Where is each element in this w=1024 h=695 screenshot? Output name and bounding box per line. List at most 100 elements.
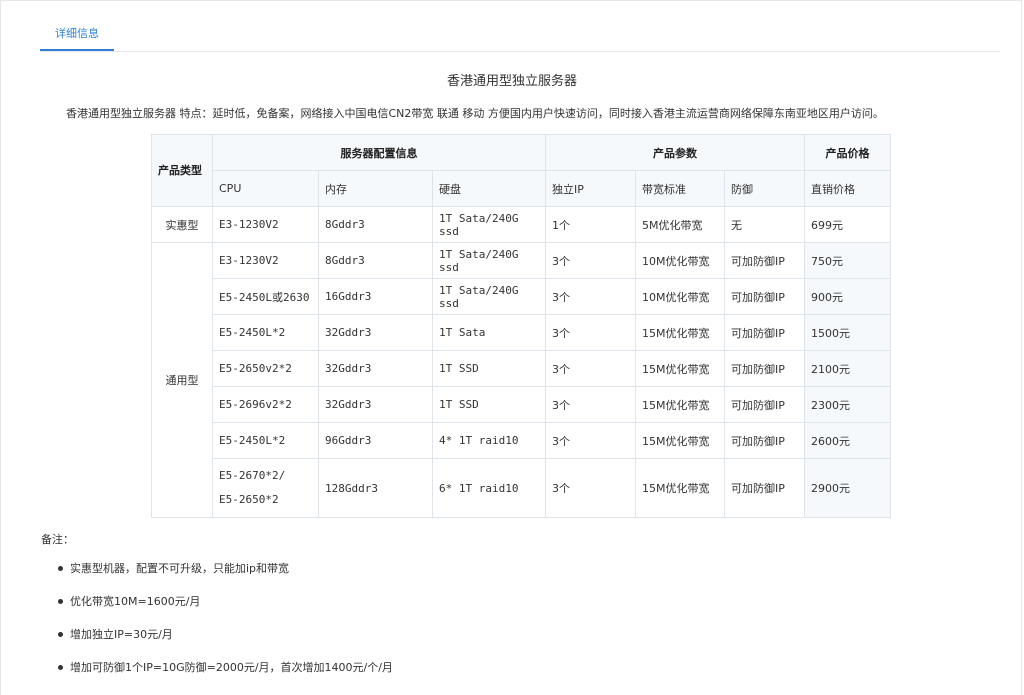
cell-defense: 无: [724, 206, 805, 243]
cell-memory: 8Gddr3: [318, 242, 433, 279]
header-product-type: 产品类型: [151, 134, 213, 207]
list-item: 增加独立IP=30元/月: [50, 618, 393, 651]
cell-price: 2900元: [804, 458, 891, 518]
bullet-icon: [58, 665, 63, 670]
cell-memory: 128Gddr3: [318, 458, 433, 518]
note-text: 增加独立IP=30元/月: [70, 628, 173, 641]
cell-ip: 1个: [545, 206, 636, 243]
cell-price: 900元: [804, 278, 891, 315]
cell-disk: 1T Sata/240G ssd: [432, 278, 546, 315]
cell-memory: 32Gddr3: [318, 386, 433, 423]
cell-disk: 1T Sata/240G ssd: [432, 206, 546, 243]
bullet-icon: [58, 599, 63, 604]
cell-price: 2600元: [804, 422, 891, 459]
cell-bandwidth: 10M优化带宽: [635, 242, 725, 279]
bullet-icon: [58, 632, 63, 637]
cell-ip: 3个: [545, 458, 636, 518]
table-column-header-row: CPU 内存 硬盘 独立IP 带宽标准 防御 直销价格: [152, 170, 891, 207]
cell-defense: 可加防御IP: [724, 242, 805, 279]
tab-details[interactable]: 详细信息: [40, 18, 114, 51]
cell-defense: 可加防御IP: [724, 278, 805, 315]
cell-cpu: E5-2650v2*2: [212, 350, 319, 387]
notes-label: 备注：: [41, 533, 74, 546]
cell-ip: 3个: [545, 350, 636, 387]
list-item: 优化带宽10M=1600元/月: [50, 585, 393, 618]
cell-cpu: E5-2450L*2: [212, 314, 319, 351]
table-group-header-row: 产品类型 服务器配置信息 产品参数 产品价格: [151, 134, 891, 207]
cell-disk: 1T Sata: [432, 314, 546, 351]
table-row: 通用型 E3-1230V2 8Gddr3 1T Sata/240G ssd 3个…: [151, 242, 891, 518]
cell-price: 699元: [804, 206, 891, 243]
cell-cpu: E3-1230V2: [212, 242, 319, 279]
cell-bandwidth: 5M优化带宽: [635, 206, 725, 243]
cell-cpu: E5-2450L*2: [212, 422, 319, 459]
cell-ip: 3个: [545, 278, 636, 315]
table-row: E5-2450L*2 32Gddr3 1T Sata 3个 15M优化带宽 可加…: [152, 314, 891, 351]
cell-disk: 1T SSD: [432, 350, 546, 387]
cell-memory: 32Gddr3: [318, 350, 433, 387]
cell-cpu-line-1: E5-2670*2/: [219, 469, 286, 482]
cell-price: 2300元: [804, 386, 891, 423]
cell-defense: 可加防御IP: [724, 350, 805, 387]
category-general: 通用型: [151, 242, 213, 518]
cell-disk: 1T SSD: [432, 386, 546, 423]
cell-cpu-line-2: E5-2650*2: [219, 493, 279, 506]
cell-defense: 可加防御IP: [724, 458, 805, 518]
tab-bar: 详细信息: [40, 18, 1000, 52]
table-row: E5-2450L或2630 16Gddr3 1T Sata/240G ssd 3…: [152, 278, 891, 315]
header-params: 产品参数: [545, 134, 805, 171]
cell-cpu: E5-2696v2*2: [212, 386, 319, 423]
cell-disk: 6* 1T raid10: [432, 458, 546, 518]
cell-price: 750元: [804, 242, 891, 279]
cell-price: 2100元: [804, 350, 891, 387]
cell-memory: 96Gddr3: [318, 422, 433, 459]
note-text: 实惠型机器，配置不可升级，只能加ip和带宽: [70, 562, 290, 575]
cell-cpu: E5-2450L或2630: [212, 278, 319, 315]
cell-bandwidth: 15M优化带宽: [635, 458, 725, 518]
column-header-bandwidth: 带宽标准: [635, 170, 725, 207]
category-budget: 实惠型: [151, 206, 213, 243]
cell-cpu: E3-1230V2: [212, 206, 319, 243]
column-header-disk: 硬盘: [432, 170, 546, 207]
cell-bandwidth: 15M优化带宽: [635, 314, 725, 351]
cell-ip: 3个: [545, 314, 636, 351]
column-header-direct-price: 直销价格: [804, 170, 891, 207]
cell-ip: 3个: [545, 386, 636, 423]
cell-disk: 1T Sata/240G ssd: [432, 242, 546, 279]
column-header-ip: 独立IP: [545, 170, 636, 207]
table-row: E5-2650v2*2 32Gddr3 1T SSD 3个 15M优化带宽 可加…: [152, 350, 891, 387]
cell-ip: 3个: [545, 422, 636, 459]
cell-memory: 8Gddr3: [318, 206, 433, 243]
column-header-memory: 内存: [318, 170, 433, 207]
cell-bandwidth: 15M优化带宽: [635, 422, 725, 459]
page-title: 香港通用型独立服务器: [446, 74, 577, 89]
cell-disk: 4* 1T raid10: [432, 422, 546, 459]
cell-defense: 可加防御IP: [724, 422, 805, 459]
note-text: 增加可防御1个IP=10G防御=2000元/月，首次增加1400元/个/月: [70, 661, 393, 674]
cell-defense: 可加防御IP: [724, 386, 805, 423]
table-row: E5-2696v2*2 32Gddr3 1T SSD 3个 15M优化带宽 可加…: [152, 386, 891, 423]
list-item: 实惠型机器，配置不可升级，只能加ip和带宽: [50, 552, 393, 585]
notes-list: 实惠型机器，配置不可升级，只能加ip和带宽 优化带宽10M=1600元/月 增加…: [50, 552, 393, 684]
note-text: 优化带宽10M=1600元/月: [70, 595, 201, 608]
column-header-defense: 防御: [724, 170, 805, 207]
server-spec-table: 产品类型 服务器配置信息 产品参数 产品价格 CPU 内存 硬盘 独立IP 带宽…: [151, 134, 891, 518]
cell-memory: 32Gddr3: [318, 314, 433, 351]
bullet-icon: [58, 566, 63, 571]
cell-bandwidth: 15M优化带宽: [635, 386, 725, 423]
cell-bandwidth: 10M优化带宽: [635, 278, 725, 315]
table-row: 实惠型 E3-1230V2 8Gddr3 1T Sata/240G ssd 1个…: [151, 206, 891, 243]
cell-cpu: E5-2670*2/ E5-2650*2: [212, 458, 319, 518]
list-item: 增加可防御1个IP=10G防御=2000元/月，首次增加1400元/个/月: [50, 651, 393, 684]
product-description: 香港通用型独立服务器 特点：延时低，免备案，网络接入中国电信CN2带宽 联通 移…: [66, 107, 884, 120]
cell-defense: 可加防御IP: [724, 314, 805, 351]
table-row: E5-2670*2/ E5-2650*2 128Gddr3 6* 1T raid…: [152, 458, 891, 518]
column-header-cpu: CPU: [212, 170, 319, 207]
cell-memory: 16Gddr3: [318, 278, 433, 315]
cell-ip: 3个: [545, 242, 636, 279]
table-row: E5-2450L*2 96Gddr3 4* 1T raid10 3个 15M优化…: [152, 422, 891, 459]
cell-price: 1500元: [804, 314, 891, 351]
header-price: 产品价格: [804, 134, 891, 171]
cell-bandwidth: 15M优化带宽: [635, 350, 725, 387]
header-config: 服务器配置信息: [212, 134, 546, 171]
